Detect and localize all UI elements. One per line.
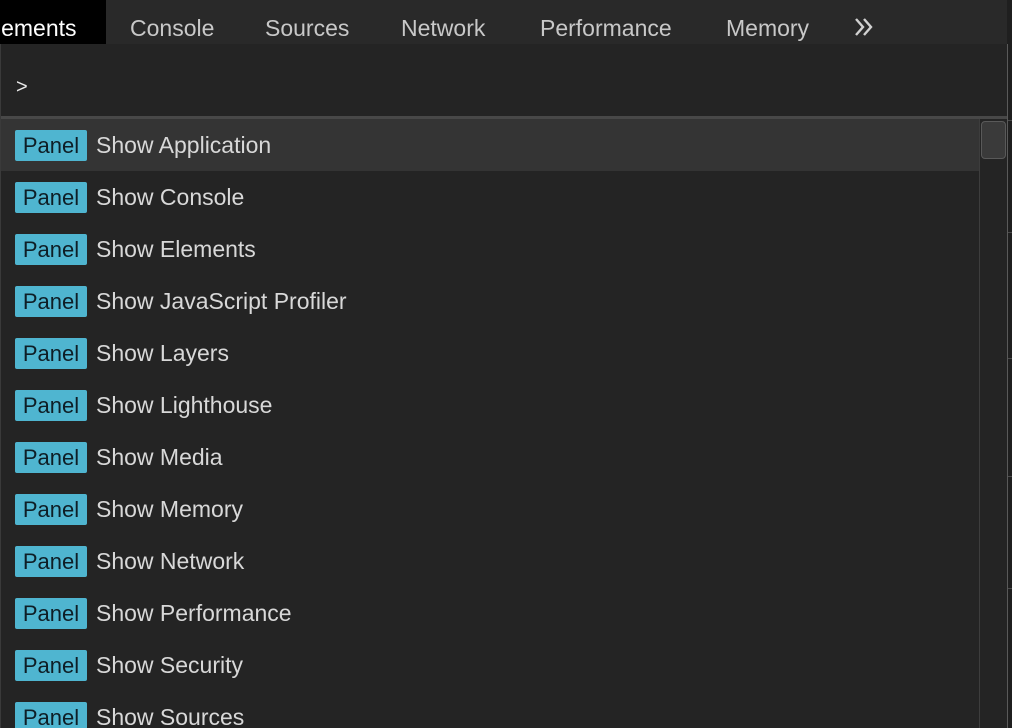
command-item-label: Show Media xyxy=(96,444,223,470)
category-badge: Panel xyxy=(15,130,87,161)
command-item-label: Show Performance xyxy=(96,600,292,626)
tab-sources[interactable]: Sources xyxy=(265,0,349,45)
command-item-label: Show Application xyxy=(96,132,272,158)
tab-network[interactable]: Network xyxy=(401,0,485,45)
command-item[interactable]: Panel Show Application xyxy=(1,119,979,171)
category-badge: Panel xyxy=(15,390,87,421)
command-item[interactable]: Panel Show Sources xyxy=(1,691,979,728)
command-item[interactable]: Panel Show Elements xyxy=(1,223,979,275)
command-item-label: Show Memory xyxy=(96,496,243,522)
command-item-label: Show Security xyxy=(96,652,244,678)
scrollbar-thumb[interactable] xyxy=(981,121,1006,159)
command-input[interactable] xyxy=(35,66,969,108)
command-item[interactable]: Panel Show Lighthouse xyxy=(1,379,979,431)
category-badge: Panel xyxy=(15,650,87,681)
command-prompt: > xyxy=(1,44,1007,116)
tab-performance[interactable]: Performance xyxy=(540,0,672,45)
command-menu: > Panel Show Application Panel Show Console… xyxy=(0,44,1008,728)
panel-tab-bar: lements Console Sources Network Performa… xyxy=(0,0,1012,45)
category-badge: Panel xyxy=(15,182,87,213)
command-item-label: Show Lighthouse xyxy=(96,392,273,418)
command-item-label: Show Layers xyxy=(96,340,229,366)
command-item-label: Show JavaScript Profiler xyxy=(96,288,347,314)
tab-console[interactable]: Console xyxy=(130,0,214,45)
command-item[interactable]: Panel Show JavaScript Profiler xyxy=(1,275,979,327)
category-badge: Panel xyxy=(15,546,87,577)
command-item-label: Show Elements xyxy=(96,236,256,262)
category-badge: Panel xyxy=(15,234,87,265)
command-item[interactable]: Panel Show Memory xyxy=(1,483,979,535)
command-item-label: Show Console xyxy=(96,184,245,210)
command-item[interactable]: Panel Show Media xyxy=(1,431,979,483)
category-badge: Panel xyxy=(15,338,87,369)
command-list: Panel Show Application Panel Show Console Pa… xyxy=(1,119,979,728)
command-item-label: Show Sources xyxy=(96,704,245,728)
command-item[interactable]: Panel Show Console xyxy=(1,171,979,223)
command-list-scrollbar[interactable] xyxy=(979,119,1007,728)
category-badge: Panel xyxy=(15,702,87,728)
command-item[interactable]: Panel Show Network xyxy=(1,535,979,587)
devtools-window: lements Console Sources Network Performa… xyxy=(0,0,1012,728)
category-badge: Panel xyxy=(15,494,87,525)
tab-memory[interactable]: Memory xyxy=(726,0,809,45)
more-tabs-button[interactable] xyxy=(850,13,880,41)
prompt-prefix: > xyxy=(16,76,28,98)
command-item-label: Show Network xyxy=(96,548,245,574)
category-badge: Panel xyxy=(15,598,87,629)
tab-elements[interactable]: lements xyxy=(0,0,106,45)
category-badge: Panel xyxy=(15,286,87,317)
command-item[interactable]: Panel Show Security xyxy=(1,639,979,691)
command-item[interactable]: Panel Show Performance xyxy=(1,587,979,639)
category-badge: Panel xyxy=(15,442,87,473)
command-item[interactable]: Panel Show Layers xyxy=(1,327,979,379)
double-chevron-right-icon xyxy=(855,18,873,36)
